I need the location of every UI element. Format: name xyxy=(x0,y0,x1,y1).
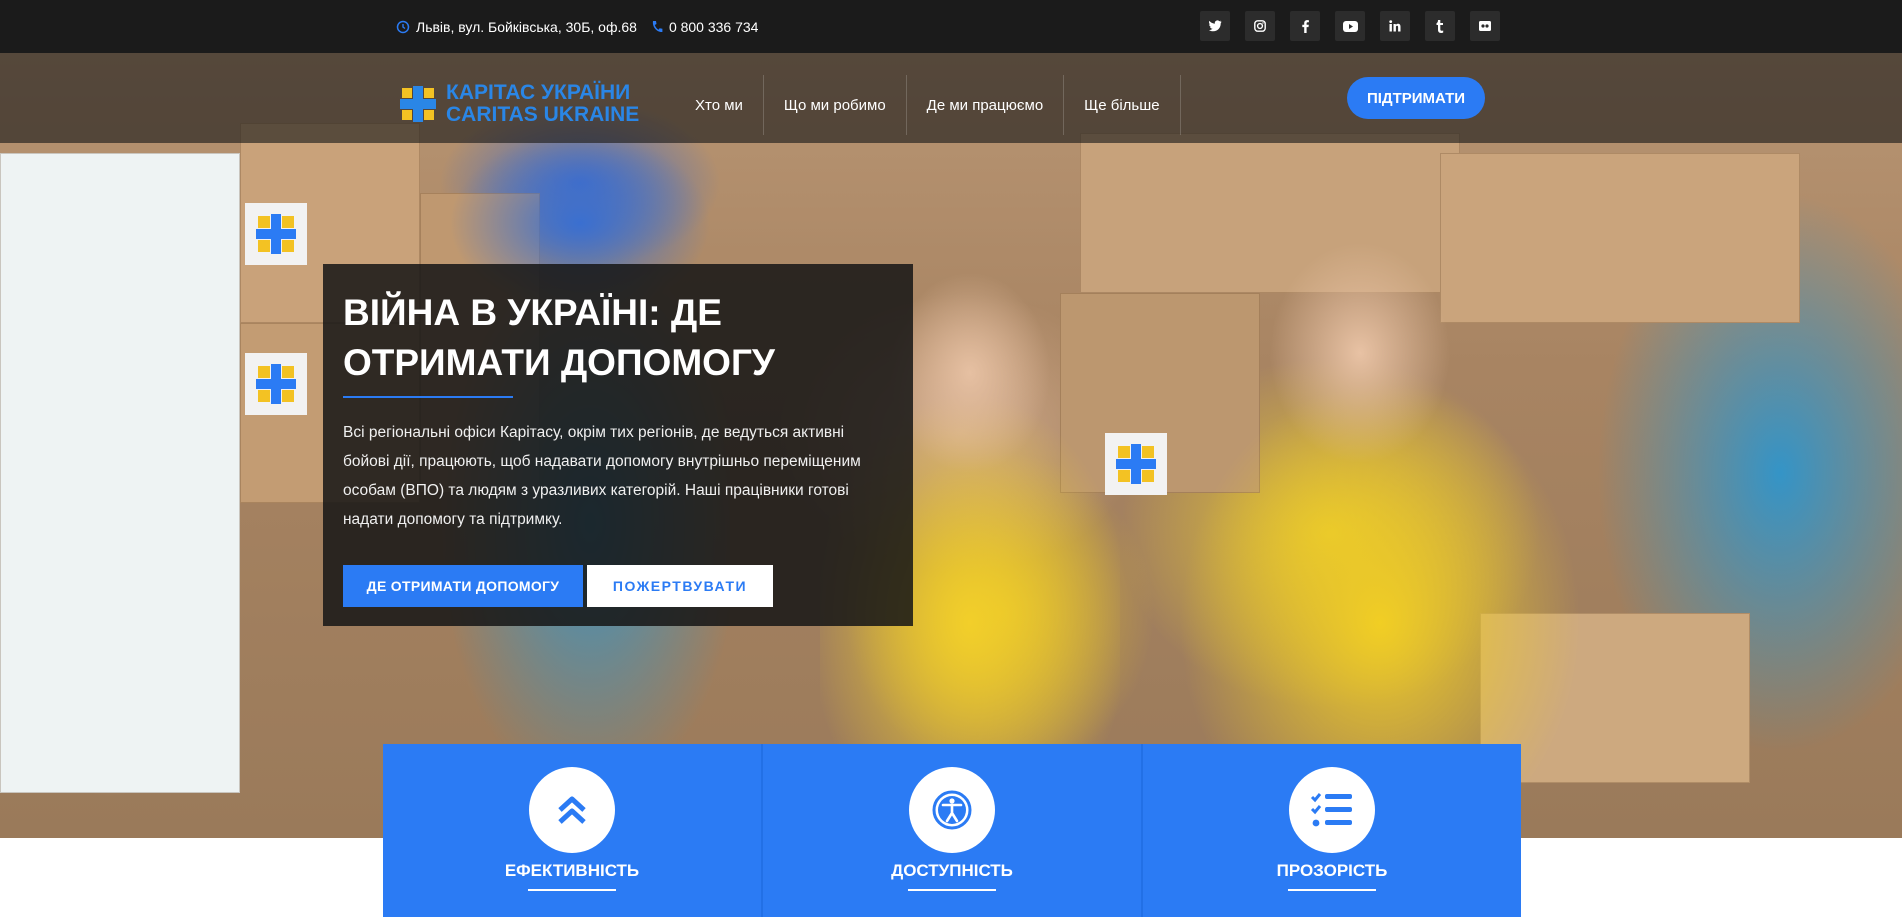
caritas-logo-icon xyxy=(398,84,438,124)
features-section: ЕФЕКТИВНІСТЬ ДОСТУПНІСТЬ ПРОЗОРІСТЬ xyxy=(383,744,1521,917)
feature-transparency: ПРОЗОРІСТЬ xyxy=(1143,744,1521,917)
nav-item-more[interactable]: Ще більше xyxy=(1064,75,1181,135)
tumblr-icon[interactable] xyxy=(1425,11,1455,41)
accessibility-icon xyxy=(909,767,995,853)
hero-photo xyxy=(0,53,1902,838)
top-bar: Львів, вул. Бойківська, 30Б, оф.68 0 800… xyxy=(0,0,1902,53)
hero-text: Всі регіональні офіси Карітасу, окрім ти… xyxy=(343,424,861,528)
hero-title-line-2: ОТРИМАТИ ДОПОМОГУ xyxy=(343,342,775,383)
main-nav: Хто ми Що ми робимо Де ми працюємо Ще бі… xyxy=(680,75,1181,135)
feature-accessibility: ДОСТУПНІСТЬ xyxy=(763,744,1143,917)
nav-item-what-we-do[interactable]: Що ми робимо xyxy=(764,75,907,135)
feature-underline xyxy=(1288,889,1376,891)
phone-text[interactable]: 0 800 336 734 xyxy=(669,19,759,35)
support-button[interactable]: ПІДТРИМАТИ xyxy=(1347,77,1485,119)
address-text: Львів, вул. Бойківська, 30Б, оф.68 xyxy=(416,18,637,35)
flickr-icon[interactable] xyxy=(1470,11,1500,41)
feature-underline xyxy=(528,889,616,891)
hero-title: ВІЙНА В УКРАЇНІ: ДЕ ОТРИМАТИ ДОПОМОГУ xyxy=(343,288,893,388)
social-links xyxy=(1200,11,1500,41)
logo-text: КАРІТАС УКРАЇНИ CARITAS UKRAINE xyxy=(446,82,639,126)
twitter-icon[interactable] xyxy=(1200,11,1230,41)
phone-contact[interactable]: 0 800 336 734 xyxy=(651,19,759,35)
caritas-sticker-icon xyxy=(245,353,307,415)
caritas-sticker-icon xyxy=(245,203,307,265)
hero-buttons: ДЕ ОТРИМАТИ ДОПОМОГУ ПОЖЕРТВУВАТИ xyxy=(343,565,773,607)
logo-line-en: CARITAS UKRAINE xyxy=(446,103,640,126)
nav-item-about[interactable]: Хто ми xyxy=(680,75,764,135)
hero-card: ВІЙНА В УКРАЇНІ: ДЕ ОТРИМАТИ ДОПОМОГУ Вс… xyxy=(323,264,913,626)
contact-info: Львів, вул. Бойківська, 30Б, оф.68 0 800… xyxy=(396,0,758,53)
feature-efficiency: ЕФЕКТИВНІСТЬ xyxy=(383,744,763,917)
facebook-icon[interactable] xyxy=(1290,11,1320,41)
donate-button[interactable]: ПОЖЕРТВУВАТИ xyxy=(587,565,773,607)
instagram-icon[interactable] xyxy=(1245,11,1275,41)
youtube-icon[interactable] xyxy=(1335,11,1365,41)
clock-icon xyxy=(396,20,410,34)
phone-icon xyxy=(651,20,663,34)
checklist-icon xyxy=(1289,767,1375,853)
linkedin-icon[interactable] xyxy=(1380,11,1410,41)
logo-line-ua: КАРІТАС УКРАЇНИ xyxy=(446,81,631,104)
site-logo[interactable]: КАРІТАС УКРАЇНИ CARITAS UKRAINE xyxy=(398,82,639,126)
address-contact: Львів, вул. Бойківська, 30Б, оф.68 xyxy=(396,19,637,35)
feature-title: ДОСТУПНІСТЬ xyxy=(891,861,1013,880)
title-underline xyxy=(343,396,513,398)
get-help-button[interactable]: ДЕ ОТРИМАТИ ДОПОМОГУ xyxy=(343,565,583,607)
feature-title: ЕФЕКТИВНІСТЬ xyxy=(504,861,640,880)
feature-title: ПРОЗОРІСТЬ xyxy=(1276,861,1388,880)
nav-item-where-we-work[interactable]: Де ми працюємо xyxy=(907,75,1065,135)
double-chevron-up-icon xyxy=(529,767,615,853)
hero-title-line-1: ВІЙНА В УКРАЇНІ: ДЕ xyxy=(343,292,722,333)
feature-underline xyxy=(908,889,996,891)
